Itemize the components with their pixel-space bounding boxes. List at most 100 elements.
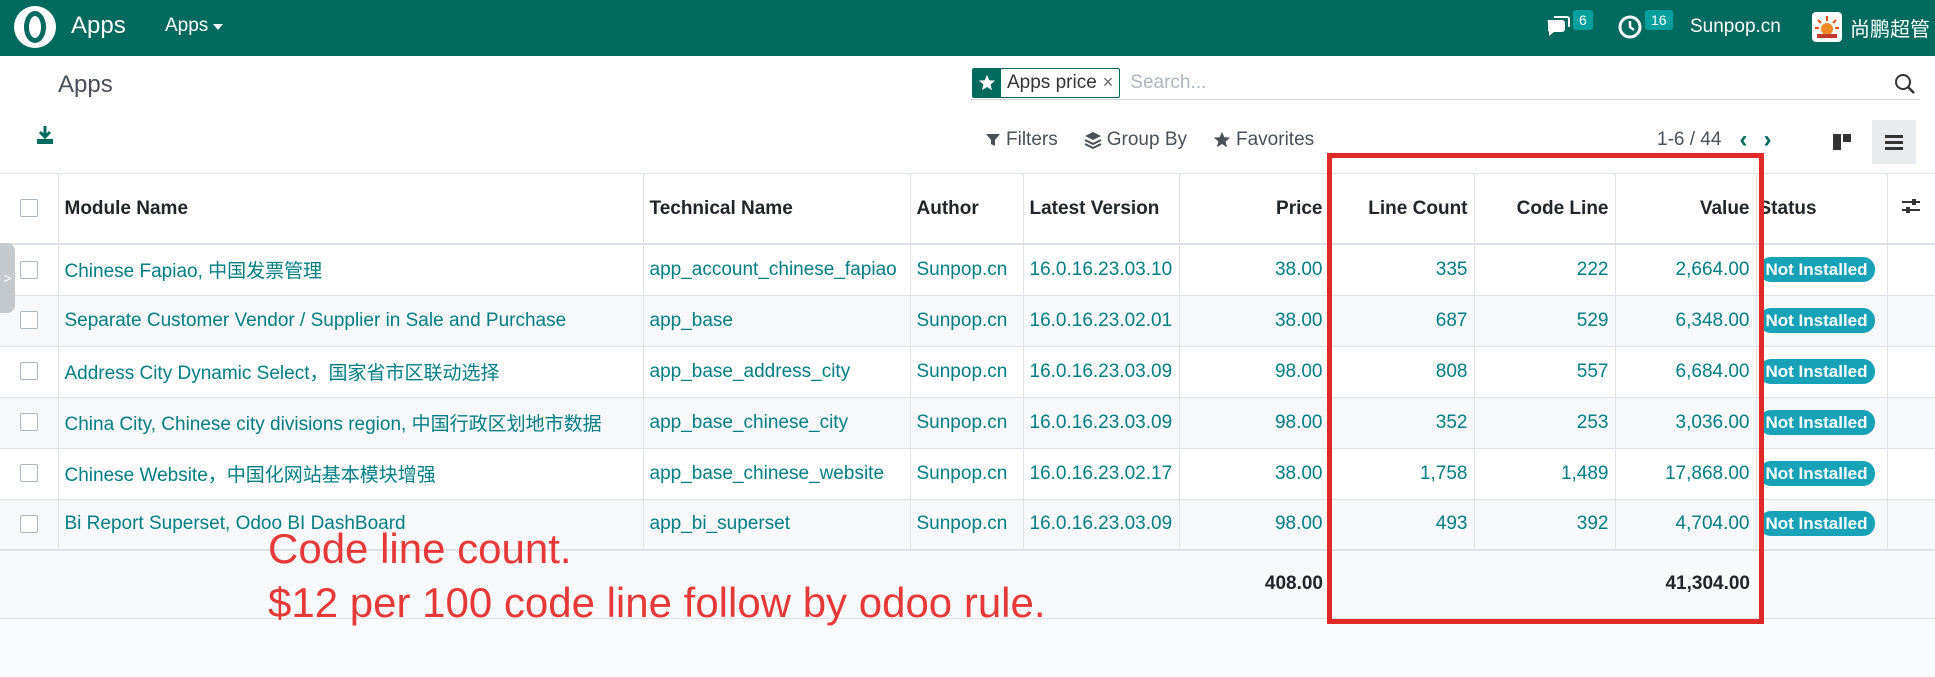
search-icon[interactable] [1894, 73, 1916, 95]
groupby-label: Group By [1106, 129, 1187, 150]
cell-price[interactable]: 98.00 [1179, 397, 1330, 449]
app-title[interactable]: Apps [71, 12, 126, 40]
search-options: Filters Group By Favorites [985, 129, 1314, 151]
star-icon [973, 68, 1001, 97]
cell-author[interactable]: Sunpop.cn [910, 295, 1024, 347]
row-checkbox[interactable] [0, 448, 59, 500]
cell-latest-version[interactable]: 16.0.16.23.03.09 [1023, 499, 1180, 551]
status-badge: Not Installed [1758, 409, 1875, 435]
chat-icon [1547, 16, 1570, 36]
side-panel-toggle[interactable]: > [0, 243, 15, 313]
status-badge: Not Installed [1758, 511, 1875, 537]
messages-count: 6 [1573, 10, 1593, 30]
favorites-label: Favorites [1236, 129, 1315, 150]
cell-status[interactable]: Not Installed [1756, 346, 1888, 398]
row-checkbox[interactable] [0, 499, 59, 551]
sliders-icon [1902, 198, 1921, 213]
optional-columns-toggle[interactable] [1887, 174, 1935, 245]
cell-module-name[interactable]: Chinese Fapiao, 中国发票管理 [58, 244, 644, 296]
view-switcher [1820, 120, 1916, 164]
cell-price[interactable]: 98.00 [1179, 499, 1330, 551]
row-checkbox[interactable] [0, 397, 59, 449]
kanban-icon [1833, 134, 1851, 150]
column-header-module-name[interactable]: Module Name [58, 174, 644, 245]
top-navbar: Apps Apps 6 16 Sunpop.cn 尚鹏超管 [0, 0, 1935, 56]
activities-count: 16 [1645, 10, 1673, 30]
total-price: 408.00 [1179, 549, 1329, 619]
status-badge: Not Installed [1758, 358, 1875, 384]
cell-author[interactable]: Sunpop.cn [910, 244, 1024, 296]
column-header-author[interactable]: Author [910, 174, 1024, 245]
cell-module-name[interactable]: China City, Chinese city divisions regio… [58, 397, 644, 449]
row-checkbox[interactable] [0, 346, 59, 398]
cell-technical-name[interactable]: app_account_chinese_fapiao [643, 244, 911, 296]
cell-author[interactable]: Sunpop.cn [910, 346, 1024, 398]
cell-latest-version[interactable]: 16.0.16.23.03.10 [1023, 244, 1180, 296]
column-header-technical-name[interactable]: Technical Name [643, 174, 911, 245]
caret-down-icon [213, 24, 224, 30]
cell-module-name[interactable]: Chinese Website，中国化网站基本模块增强 [58, 448, 644, 500]
download-icon [37, 126, 53, 144]
cell-price[interactable]: 38.00 [1179, 244, 1330, 296]
breadcrumb: Apps [58, 71, 113, 98]
download-button[interactable] [34, 124, 56, 146]
star-icon [1213, 131, 1231, 148]
cell-status[interactable]: Not Installed [1756, 448, 1888, 500]
column-header-price[interactable]: Price [1179, 174, 1330, 245]
cell-status[interactable]: Not Installed [1756, 397, 1888, 449]
cell-price[interactable]: 38.00 [1179, 295, 1330, 347]
list-view-button[interactable] [1872, 120, 1916, 164]
user-menu[interactable]: 尚鹏超管 [1812, 12, 1930, 42]
chevron-right-icon[interactable]: › [1763, 126, 1771, 154]
search-input[interactable] [1128, 70, 1729, 95]
cell-module-name[interactable]: Address City Dynamic Select，国家省市区联动选择 [58, 346, 644, 398]
favorites-button[interactable]: Favorites [1213, 129, 1314, 151]
cell-technical-name[interactable]: app_base [643, 295, 911, 347]
filters-button[interactable]: Filters [985, 129, 1058, 151]
annotation-line-2: $12 per 100 code line follow by odoo rul… [268, 579, 1046, 626]
chevron-left-icon[interactable]: ‹ [1739, 126, 1747, 154]
cell-latest-version[interactable]: 16.0.16.23.02.17 [1023, 448, 1180, 500]
facet-close-icon[interactable]: × [1103, 72, 1120, 93]
cell-price[interactable]: 98.00 [1179, 346, 1330, 398]
cell-status[interactable]: Not Installed [1756, 499, 1888, 551]
apps-menu-label: Apps [165, 15, 209, 36]
list-icon [1885, 135, 1903, 150]
odoo-logo-icon[interactable] [14, 6, 56, 48]
cell-latest-version[interactable]: 16.0.16.23.03.09 [1023, 397, 1180, 449]
cell-technical-name[interactable]: app_base_chinese_website [643, 448, 911, 500]
cell-status[interactable]: Not Installed [1756, 295, 1888, 347]
pager: 1-6 / 44 ‹ › [1657, 126, 1771, 154]
cell-author[interactable]: Sunpop.cn [910, 397, 1024, 449]
cell-latest-version[interactable]: 16.0.16.23.03.09 [1023, 346, 1180, 398]
user-name: 尚鹏超管 [1850, 18, 1930, 41]
highlight-box [1327, 153, 1764, 624]
clock-icon [1618, 15, 1642, 39]
groupby-button[interactable]: Group By [1084, 129, 1187, 151]
kanban-view-button[interactable] [1820, 120, 1864, 164]
cell-price[interactable]: 38.00 [1179, 448, 1330, 500]
status-badge: Not Installed [1758, 307, 1875, 333]
apps-menu[interactable]: Apps [165, 15, 224, 37]
facet-label: Apps price [1007, 71, 1097, 93]
search-facet: Apps price × [972, 67, 1121, 98]
cell-technical-name[interactable]: app_base_chinese_city [643, 397, 911, 449]
filters-label: Filters [1006, 129, 1058, 150]
status-badge: Not Installed [1758, 256, 1875, 282]
column-header-status[interactable]: Status [1756, 174, 1888, 245]
status-badge: Not Installed [1758, 460, 1875, 486]
column-header-latest-version[interactable]: Latest Version [1023, 174, 1180, 245]
filter-icon [986, 134, 1000, 146]
activities-button[interactable]: 16 [1617, 10, 1673, 40]
cell-status[interactable]: Not Installed [1756, 244, 1888, 296]
company-switcher[interactable]: Sunpop.cn [1690, 16, 1781, 38]
cell-author[interactable]: Sunpop.cn [910, 448, 1024, 500]
cell-latest-version[interactable]: 16.0.16.23.02.01 [1023, 295, 1180, 347]
pager-value[interactable]: 1-6 / 44 [1657, 129, 1721, 151]
sunpop-logo-icon [1812, 12, 1842, 42]
layers-icon [1084, 132, 1102, 149]
messages-button[interactable]: 6 [1545, 10, 1593, 40]
select-all-checkbox[interactable] [0, 174, 59, 245]
cell-module-name[interactable]: Separate Customer Vendor / Supplier in S… [58, 295, 644, 347]
cell-technical-name[interactable]: app_base_address_city [643, 346, 911, 398]
